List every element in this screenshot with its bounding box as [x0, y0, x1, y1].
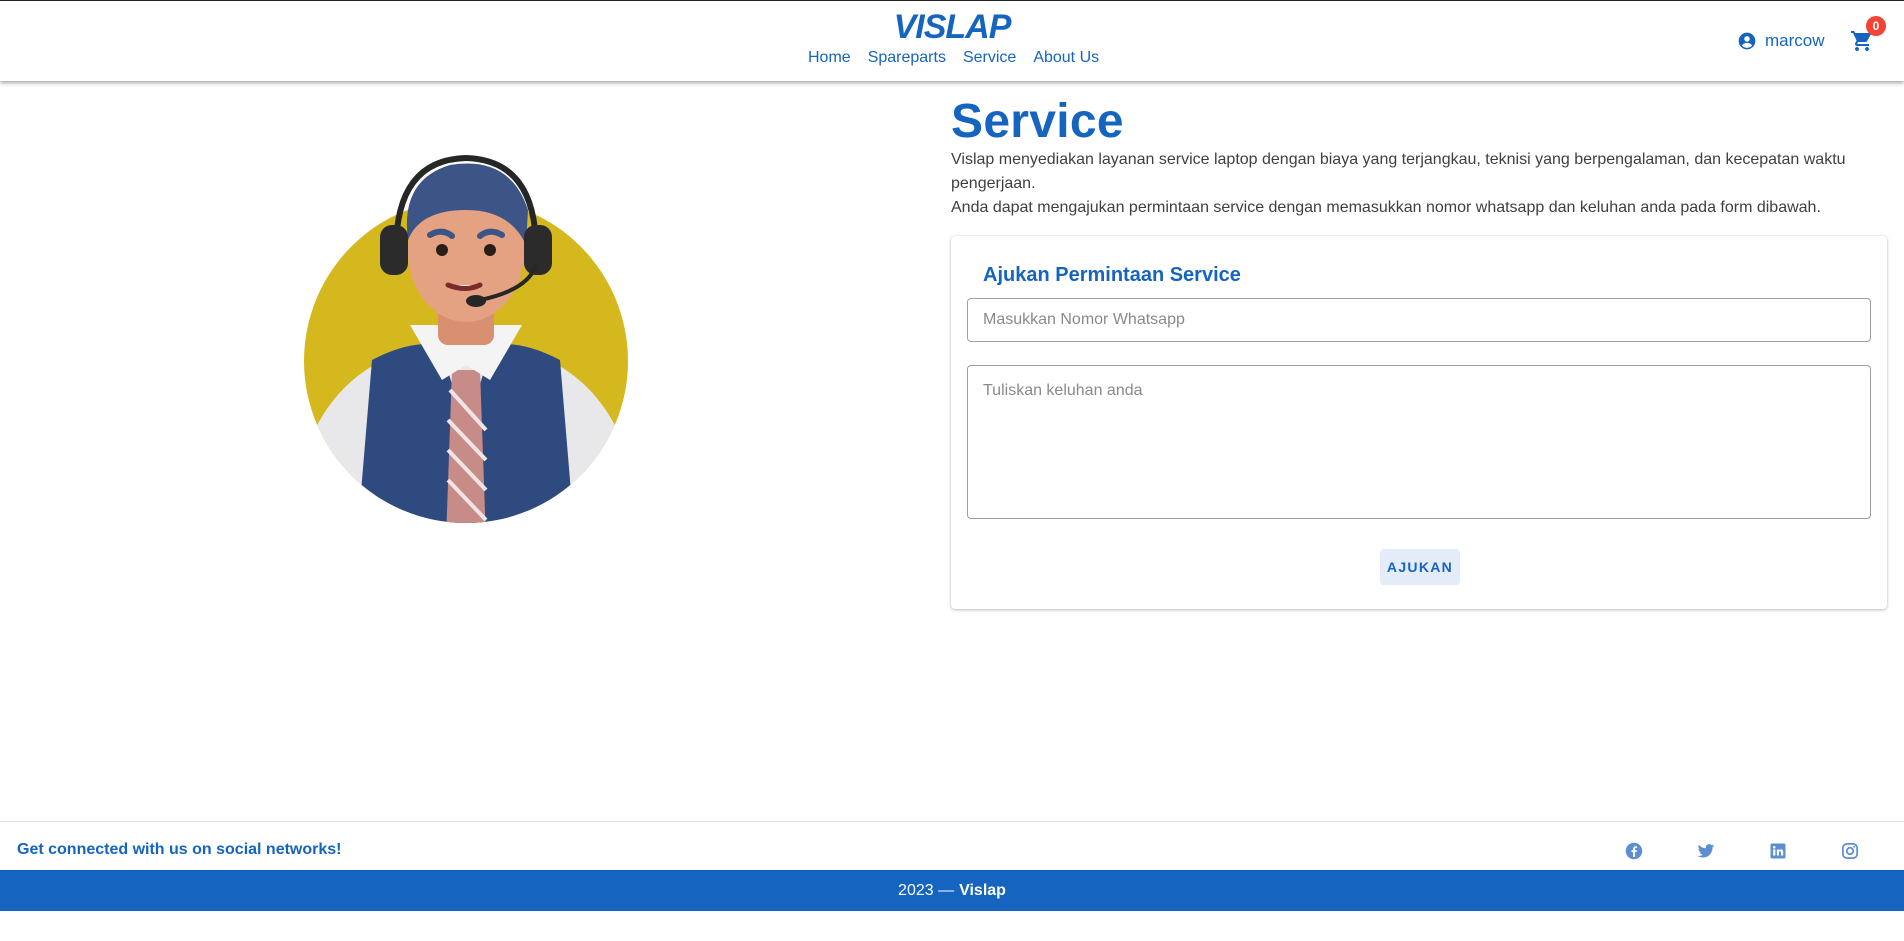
- nav-item-spareparts[interactable]: Spareparts: [868, 49, 946, 67]
- twitter-icon[interactable]: [1697, 842, 1715, 860]
- username: marcow: [1765, 31, 1825, 50]
- nav-item-about-us[interactable]: About Us: [1033, 49, 1099, 67]
- cart-count-badge: 0: [1866, 16, 1886, 36]
- social-footer: Get connected with us on social networks…: [0, 821, 1904, 871]
- vislap-logo[interactable]: VISLAP: [876, 9, 1028, 43]
- service-request-form-card: Ajukan Permintaan Service AJUKAN: [951, 236, 1887, 609]
- service-description-line-1: Vislap menyediakan layanan service lapto…: [951, 151, 1846, 192]
- main-nav: Home Spareparts Service About Us: [808, 49, 1099, 67]
- whatsapp-number-input[interactable]: [967, 298, 1871, 342]
- copyright-brand: Vislap: [959, 881, 1006, 899]
- social-text: Get connected with us on social networks…: [17, 841, 342, 858]
- svg-text:VISLAP: VISLAP: [894, 9, 1012, 43]
- user-account-link[interactable]: marcow: [1737, 31, 1825, 51]
- nav-item-home[interactable]: Home: [808, 49, 851, 67]
- service-description: Vislap menyediakan layanan service lapto…: [951, 148, 1871, 220]
- facebook-icon[interactable]: [1625, 842, 1643, 860]
- account-circle-icon: [1738, 32, 1756, 50]
- page-title: Service: [951, 95, 1124, 148]
- nav-item-service[interactable]: Service: [963, 49, 1016, 67]
- top-navbar: VISLAP Home Spareparts Service About Us …: [0, 0, 1904, 81]
- complaint-textarea[interactable]: [967, 365, 1871, 519]
- copyright-bar: 2023 — Vislap: [0, 870, 1904, 911]
- instagram-icon[interactable]: [1841, 842, 1859, 860]
- copyright-year: 2023 —: [898, 881, 955, 899]
- submit-request-button[interactable]: AJUKAN: [1380, 549, 1460, 585]
- customer-service-avatar-illustration: [304, 154, 628, 523]
- form-title: Ajukan Permintaan Service: [983, 264, 1241, 286]
- service-description-line-2: Anda dapat mengajukan permintaan service…: [951, 199, 1821, 216]
- linkedin-icon[interactable]: [1769, 842, 1787, 860]
